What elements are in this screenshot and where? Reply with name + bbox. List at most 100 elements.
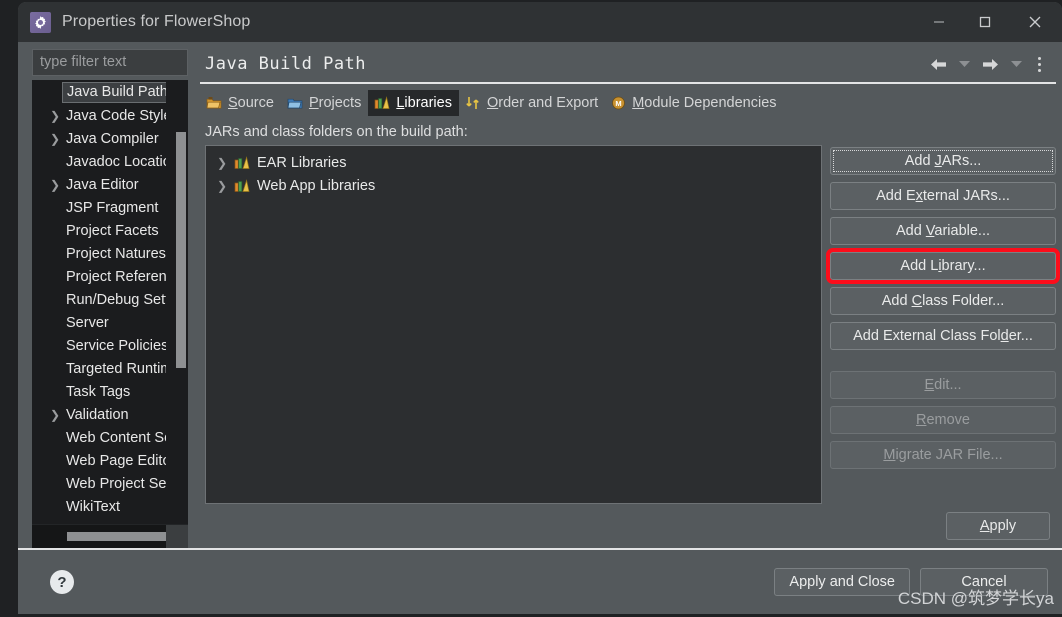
chevron-right-icon[interactable]: ❯ xyxy=(50,133,60,145)
back-history-chevron-down-icon[interactable] xyxy=(954,51,974,77)
edit-button: Edit... xyxy=(830,371,1056,399)
library-entry[interactable]: ❯ EAR Libraries xyxy=(206,151,821,174)
tab-label: Libraries xyxy=(396,95,452,111)
library-entry-label: EAR Libraries xyxy=(257,154,347,171)
button-group-separator xyxy=(830,357,1056,371)
libraries-icon xyxy=(234,155,250,170)
sidebar-item-label: Server xyxy=(66,314,109,331)
watermark: CSDN @筑梦学长ya xyxy=(897,589,1054,608)
sidebar-item-wikitext[interactable]: WikiText xyxy=(32,495,188,518)
sidebar-item-task-tags[interactable]: Task Tags xyxy=(32,380,188,403)
chevron-right-icon[interactable]: ❯ xyxy=(217,179,227,193)
chevron-right-icon[interactable]: ❯ xyxy=(50,179,60,191)
button-label: Add Class Folder... xyxy=(881,293,1005,309)
title-bar: Properties for FlowerShop xyxy=(18,2,1062,42)
forward-history-chevron-down-icon[interactable] xyxy=(1006,51,1026,77)
add-external-class-folder-button[interactable]: Add External Class Folder... xyxy=(830,322,1056,350)
sidebar-item-project-natures[interactable]: Project Natures xyxy=(32,242,188,265)
settings-tree-list: Java Build Path ❯ Java Code Style ❯ Java Com… xyxy=(32,80,188,524)
sidebar-item-project-references[interactable]: Project References xyxy=(32,265,188,288)
add-jars-button[interactable]: Add JARs... xyxy=(830,147,1056,175)
tab-module-dependencies[interactable]: M Module Dependencies xyxy=(605,90,783,116)
chevron-right-icon[interactable]: ❯ xyxy=(217,156,227,170)
sidebar-item-web-page-editor[interactable]: Web Page Editor xyxy=(32,449,188,472)
sidebar-item-jsp-fragment[interactable]: JSP Fragment xyxy=(32,196,188,219)
button-label: Add Library... xyxy=(900,258,986,274)
sidebar-item-label: Java Build Path xyxy=(62,82,173,103)
section-label: JARs and class folders on the build path… xyxy=(205,124,468,140)
tab-libraries[interactable]: Libraries xyxy=(368,90,459,116)
sidebar-item-service-policies[interactable]: Service Policies xyxy=(32,334,188,357)
apply-button[interactable]: Apply xyxy=(946,512,1050,540)
libraries-list[interactable]: ❯ EAR Libraries ❯ Web App Libraries xyxy=(205,145,822,504)
tab-label: Module Dependencies xyxy=(632,95,777,111)
window-controls xyxy=(916,2,1062,42)
sidebar-item-web-project-settings[interactable]: Web Project Settings xyxy=(32,472,188,495)
tree-vertical-scrollbar[interactable] xyxy=(176,132,186,368)
filter-input[interactable]: type filter text xyxy=(32,49,188,76)
settings-tree: Java Build Path ❯ Java Code Style ❯ Java Com… xyxy=(32,80,188,548)
apply-and-close-button[interactable]: Apply and Close xyxy=(774,568,910,596)
tab-projects[interactable]: Projects xyxy=(281,90,368,116)
sidebar-item-web-content-settings[interactable]: Web Content Settings xyxy=(32,426,188,449)
add-external-jars-button[interactable]: Add External JARs... xyxy=(830,182,1056,210)
add-class-folder-button[interactable]: Add Class Folder... xyxy=(830,287,1056,315)
chevron-right-icon[interactable]: ❯ xyxy=(50,409,60,421)
add-variable-button[interactable]: Add Variable... xyxy=(830,217,1056,245)
sidebar-item-label: Web Page Editor xyxy=(66,452,176,469)
tree-horizontal-scroll-thumb[interactable] xyxy=(67,532,172,541)
tab-source[interactable]: Source xyxy=(200,90,281,116)
tree-vertical-scroll-thumb[interactable] xyxy=(176,132,186,368)
button-label: Add Variable... xyxy=(895,223,991,239)
projects-folder-icon xyxy=(287,96,303,110)
dialog-body: type filter text Java Build Path ❯ Java Co… xyxy=(18,42,1062,548)
minimize-button[interactable] xyxy=(916,2,962,42)
sidebar-item-java-editor[interactable]: ❯ Java Editor xyxy=(32,173,188,196)
sidebar-item-targeted-runtimes[interactable]: Targeted Runtimes xyxy=(32,357,188,380)
tree-horizontal-scrollbar[interactable] xyxy=(32,524,188,548)
sidebar-item-run-debug-settings[interactable]: Run/Debug Settings xyxy=(32,288,188,311)
sidebar-item-java-code-style[interactable]: ❯ Java Code Style xyxy=(32,104,188,127)
close-button[interactable] xyxy=(1008,2,1062,42)
tab-strip: Source Projects Libraries Order and Expo… xyxy=(200,89,1056,117)
sidebar-item-label: Validation xyxy=(66,406,129,423)
help-icon[interactable]: ? xyxy=(50,570,74,594)
button-label: Edit... xyxy=(924,377,962,393)
migrate-jar-file-button: Migrate JAR File... xyxy=(830,441,1056,469)
button-label: Add JARs... xyxy=(904,153,982,169)
sidebar-item-label: Service Policies xyxy=(66,337,169,354)
sidebar-item-project-facets[interactable]: Project Facets xyxy=(32,219,188,242)
sidebar-item-java-build-path[interactable]: Java Build Path xyxy=(32,81,188,104)
sidebar-item-label: Java Editor xyxy=(66,176,139,193)
maximize-button[interactable] xyxy=(962,2,1008,42)
tab-order-and-export[interactable]: Order and Export xyxy=(459,90,605,116)
order-export-icon xyxy=(465,96,481,110)
content-panel: Java Build Path Source Projects Librarie… xyxy=(192,42,1062,548)
library-entry[interactable]: ❯ Web App Libraries xyxy=(206,174,821,197)
sidebar-item-label: Java Code Style xyxy=(66,107,172,124)
sidebar-item-java-compiler[interactable]: ❯ Java Compiler xyxy=(32,127,188,150)
tab-label: Projects xyxy=(308,95,362,111)
libraries-button-column: Add JARs... Add External JARs... Add Varia… xyxy=(826,145,1060,504)
add-library-button[interactable]: Add Library... xyxy=(826,248,1060,284)
tab-label: Source xyxy=(228,95,274,111)
button-label: Remove xyxy=(915,412,970,428)
sidebar-item-label: Java Compiler xyxy=(66,130,159,147)
back-arrow-icon[interactable] xyxy=(924,51,952,77)
chevron-right-icon[interactable]: ❯ xyxy=(50,110,60,122)
page-header: Java Build Path xyxy=(200,46,1056,84)
forward-arrow-icon[interactable] xyxy=(976,51,1004,77)
source-folder-icon xyxy=(206,96,222,110)
button-label: Migrate JAR File... xyxy=(883,447,1003,463)
kebab-menu-icon[interactable] xyxy=(1028,51,1050,77)
libraries-icon xyxy=(234,178,250,193)
remove-button: Remove xyxy=(830,406,1056,434)
button-label: Add External JARs... xyxy=(876,188,1010,204)
sidebar-item-server[interactable]: Server xyxy=(32,311,188,334)
sidebar-item-validation[interactable]: ❯ Validation xyxy=(32,403,188,426)
properties-dialog: Properties for FlowerShop type filter te… xyxy=(18,2,1062,614)
library-entry-label: Web App Libraries xyxy=(257,177,376,194)
dialog-footer: ? Apply and Close Cancel CSDN @筑梦学长ya xyxy=(18,548,1062,614)
sidebar-item-javadoc-location[interactable]: Javadoc Location xyxy=(32,150,188,173)
sidebar-item-label: WikiText xyxy=(66,498,120,515)
